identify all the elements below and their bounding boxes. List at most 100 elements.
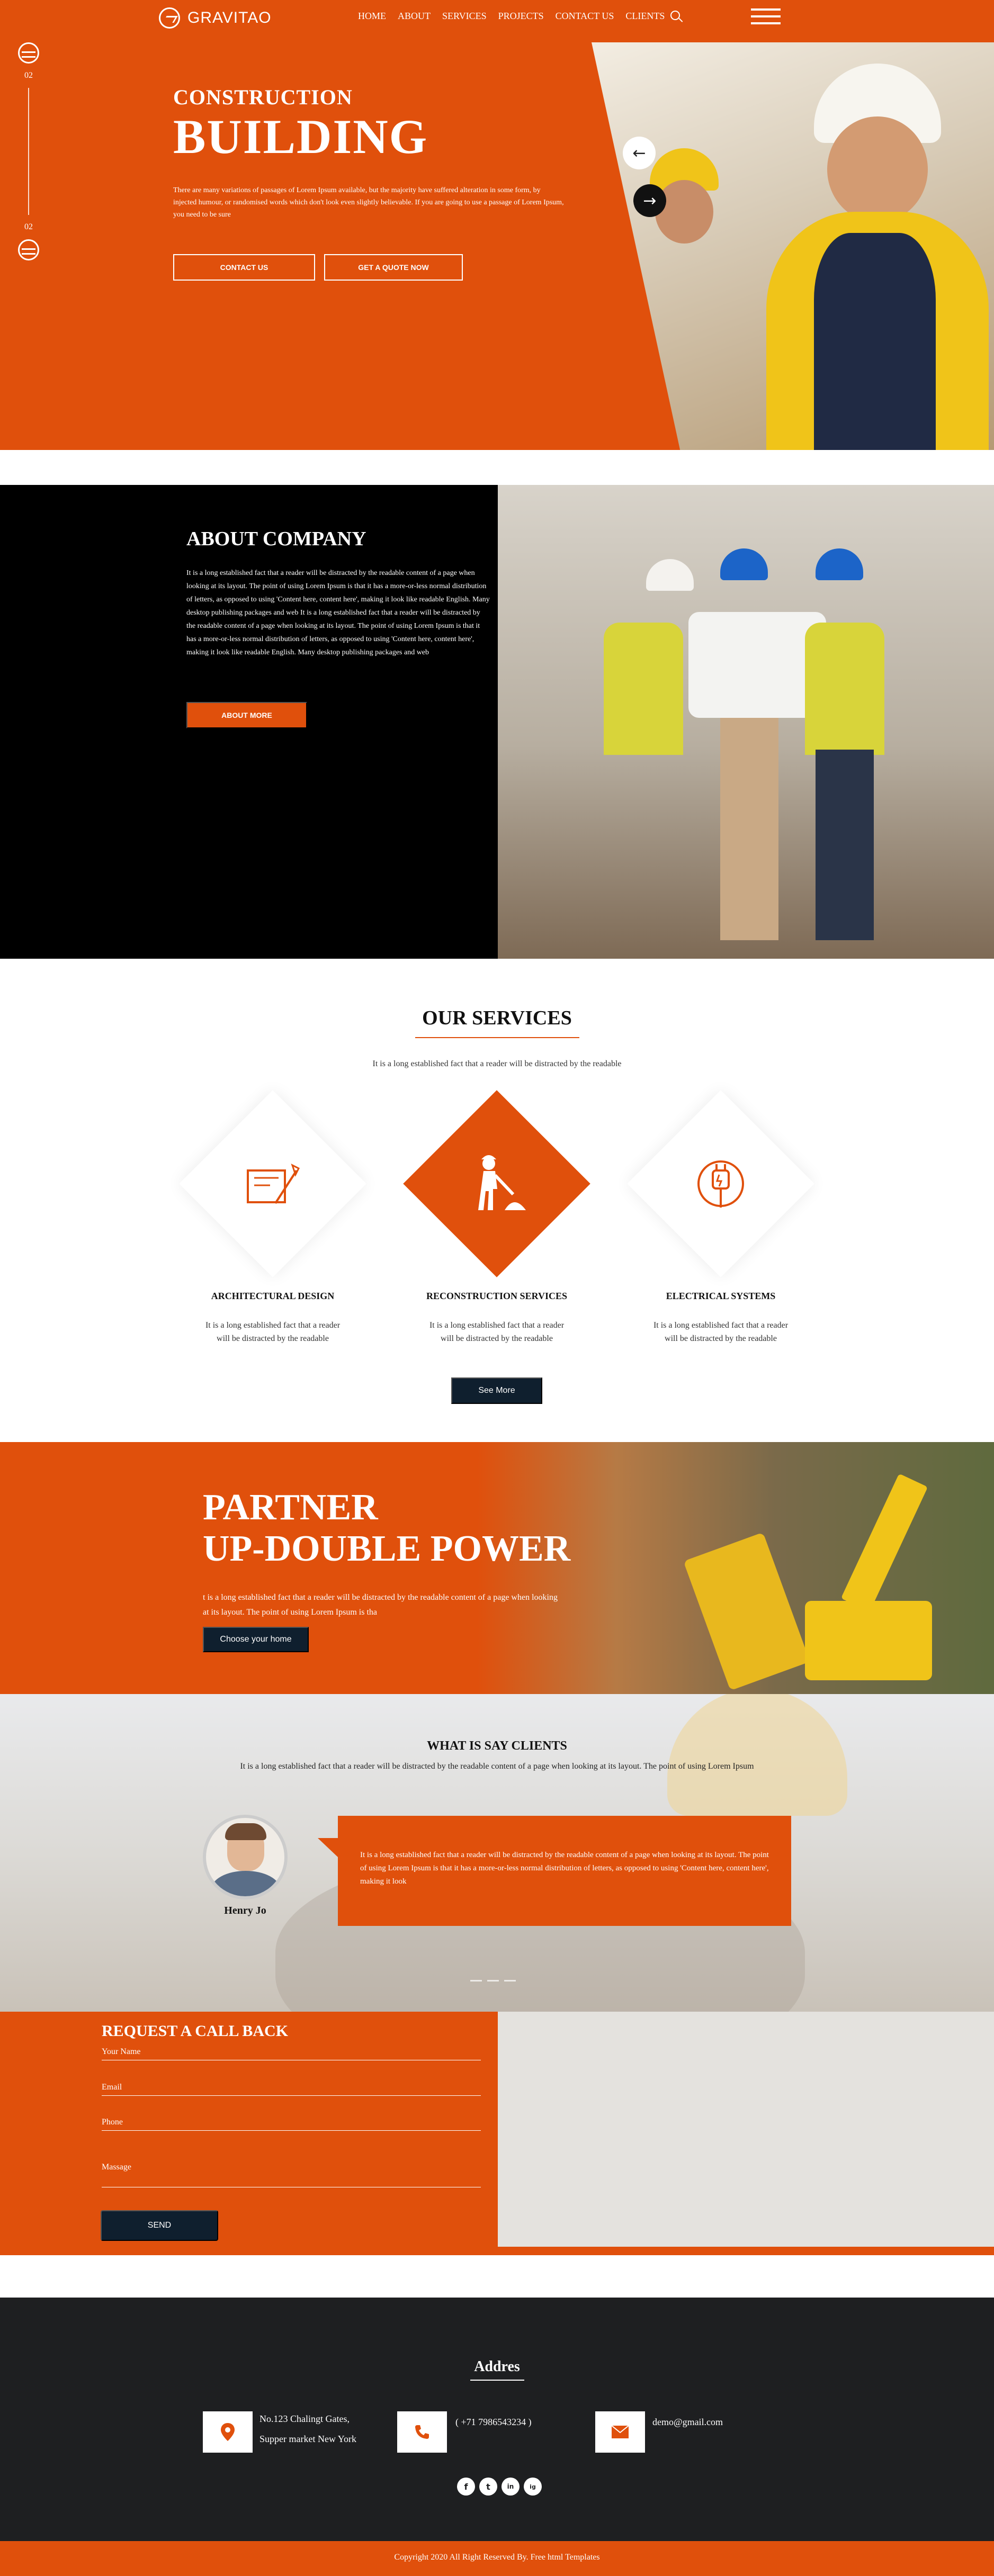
map-area[interactable] bbox=[498, 2012, 994, 2255]
service-name: RECONSTRUCTION SERVICES bbox=[426, 1291, 567, 1301]
phone-field[interactable]: Phone bbox=[102, 2118, 481, 2131]
nav-services[interactable]: SERVICES bbox=[442, 11, 487, 22]
nav-about[interactable]: ABOUT bbox=[398, 11, 431, 22]
get-quote-button[interactable]: GET A QUOTE NOW bbox=[324, 254, 463, 281]
hero-kicker: CONSTRUCTION bbox=[173, 85, 353, 109]
slide-number-top: 02 bbox=[24, 71, 33, 80]
send-button[interactable]: SEND bbox=[101, 2210, 218, 2241]
partner-description: t is a long established fact that a read… bbox=[203, 1593, 558, 1617]
contact-us-button[interactable]: CONTACT US bbox=[173, 254, 315, 281]
slide-ring-icon[interactable] bbox=[18, 42, 39, 64]
engineer-2-helmet bbox=[720, 548, 768, 580]
background-worker-helmet bbox=[667, 1694, 847, 1816]
main-menu: HOME ABOUT SERVICES PROJECTS CONTACT US … bbox=[358, 11, 665, 22]
email-field[interactable]: Email bbox=[102, 2083, 481, 2096]
clients-subtitle: It is a long established fact that a rea… bbox=[240, 1762, 754, 1771]
worker-digging-icon bbox=[431, 1118, 563, 1250]
choose-home-button[interactable]: Choose your home bbox=[203, 1627, 309, 1652]
slide-number-bottom: 02 bbox=[24, 222, 33, 231]
hero-description: There are many variations of passages of… bbox=[173, 186, 564, 219]
service-name: ELECTRICAL SYSTEMS bbox=[666, 1291, 776, 1301]
partner-title-line1: PARTNER bbox=[203, 1487, 378, 1528]
instagram-icon[interactable]: ig bbox=[524, 2478, 542, 2496]
engineer-1-vest bbox=[604, 623, 683, 755]
partner-title: PARTNER UP-DOUBLE POWER bbox=[203, 1487, 570, 1570]
testimonials-section: WHAT IS SAY CLIENTS It is a long establi… bbox=[0, 1694, 994, 2012]
footer: Addres No.123 Chalingt Gates, Supper mar… bbox=[0, 2298, 994, 2541]
partner-section: PARTNER UP-DOUBLE POWER t is a long esta… bbox=[0, 1442, 994, 1694]
testimonial-quote: It is a long established fact that a rea… bbox=[318, 1816, 791, 1926]
copyright-text: Copyright 2020 All Right Reserved By. Fr… bbox=[394, 2553, 600, 2562]
address-line2: Supper market New York bbox=[259, 2434, 356, 2444]
brand-name: GRAVITAO bbox=[187, 9, 272, 26]
hamburger-icon[interactable] bbox=[751, 8, 781, 26]
name-field[interactable]: Your Name bbox=[102, 2047, 481, 2060]
social-links: f t in ig bbox=[457, 2478, 542, 2496]
excavator-arm bbox=[683, 1532, 810, 1691]
service-text: It is a long established fact that a rea… bbox=[205, 1321, 341, 1343]
linkedin-icon[interactable]: in bbox=[502, 2478, 520, 2496]
copyright-bar: Copyright 2020 All Right Reserved By. Fr… bbox=[0, 2541, 994, 2576]
arrow-left-icon[interactable]: ← bbox=[623, 137, 656, 169]
service-card-electrical[interactable] bbox=[627, 1090, 814, 1277]
service-card-reconstruction[interactable] bbox=[403, 1090, 590, 1277]
engineer-2-legs bbox=[720, 718, 778, 940]
hero-workers-photo bbox=[592, 42, 994, 450]
about-title: ABOUT COMPANY bbox=[186, 528, 366, 550]
facebook-icon[interactable]: f bbox=[457, 2478, 475, 2496]
nav-projects[interactable]: PROJECTS bbox=[498, 11, 544, 22]
search-icon[interactable] bbox=[670, 11, 680, 20]
callback-form: REQUEST A CALL BACK Your Name Email Phon… bbox=[0, 2012, 498, 2255]
hero-section: GRAVITAO HOME ABOUT SERVICES PROJECTS CO… bbox=[0, 0, 994, 450]
nav-contact[interactable]: CONTACT US bbox=[556, 11, 614, 22]
twitter-icon[interactable]: t bbox=[479, 2478, 497, 2496]
worker-face bbox=[827, 116, 928, 222]
envelope-icon bbox=[595, 2411, 645, 2453]
engineer-3-legs bbox=[816, 750, 874, 940]
excavator-cab bbox=[805, 1601, 932, 1680]
footer-title: Addres bbox=[474, 2358, 520, 2375]
services-subtitle: It is a long established fact that a rea… bbox=[372, 1059, 622, 1068]
about-more-button[interactable]: ABOUT MORE bbox=[186, 702, 307, 728]
engineer-3-vest bbox=[805, 623, 884, 755]
mountain-logo-icon bbox=[159, 7, 180, 29]
address-line1: No.123 Chalingt Gates, bbox=[259, 2413, 350, 2424]
service-card-architectural[interactable] bbox=[179, 1090, 366, 1277]
address-text: No.123 Chalingt Gates, Supper market New… bbox=[259, 2409, 356, 2449]
slide-progress-line bbox=[28, 88, 29, 215]
service-text: It is a long established fact that a rea… bbox=[429, 1321, 565, 1343]
nav-clients[interactable]: CLIENTS bbox=[625, 11, 665, 22]
email-text[interactable]: demo@gmail.com bbox=[652, 2412, 723, 2432]
request-callback-section: REQUEST A CALL BACK Your Name Email Phon… bbox=[0, 2012, 994, 2255]
about-description: It is a long established fact that a rea… bbox=[186, 569, 490, 656]
top-navbar: GRAVITAO HOME ABOUT SERVICES PROJECTS CO… bbox=[0, 0, 994, 35]
crane-boom bbox=[840, 1473, 928, 1612]
brand-logo[interactable]: GRAVITAO bbox=[159, 7, 272, 29]
services-title: OUR SERVICES bbox=[422, 1007, 572, 1029]
footer-title-underline bbox=[470, 2380, 524, 2381]
carousel-dot[interactable] bbox=[504, 1980, 516, 1981]
message-field[interactable]: Massage bbox=[102, 2163, 481, 2187]
avatar bbox=[203, 1815, 288, 1899]
worker-vest-stripe bbox=[814, 233, 936, 450]
worker-2-face bbox=[655, 180, 713, 244]
service-name: ARCHITECTURAL DESIGN bbox=[211, 1291, 335, 1301]
service-text: It is a long established fact that a rea… bbox=[653, 1321, 789, 1343]
arrow-right-icon[interactable]: → bbox=[633, 184, 666, 217]
carousel-dot[interactable] bbox=[487, 1980, 499, 1981]
engineer-3-helmet bbox=[816, 548, 863, 580]
phone-text: ( +71 7986543234 ) bbox=[455, 2417, 532, 2427]
clients-title: WHAT IS SAY CLIENTS bbox=[427, 1739, 567, 1753]
carousel-dots bbox=[470, 1980, 516, 1981]
see-more-button[interactable]: See More bbox=[451, 1377, 542, 1404]
slide-indicator: 02 02 bbox=[18, 42, 39, 318]
slide-ring-icon[interactable] bbox=[18, 239, 39, 260]
engineers-photo bbox=[498, 485, 994, 959]
nav-home[interactable]: HOME bbox=[358, 11, 386, 22]
carousel-dot[interactable] bbox=[470, 1980, 482, 1981]
engineer-1-helmet bbox=[646, 559, 694, 591]
services-section: OUR SERVICES It is a long established fa… bbox=[0, 959, 994, 1442]
blueprint-icon bbox=[207, 1118, 339, 1250]
phone-icon bbox=[397, 2411, 447, 2453]
location-icon bbox=[203, 2411, 253, 2453]
